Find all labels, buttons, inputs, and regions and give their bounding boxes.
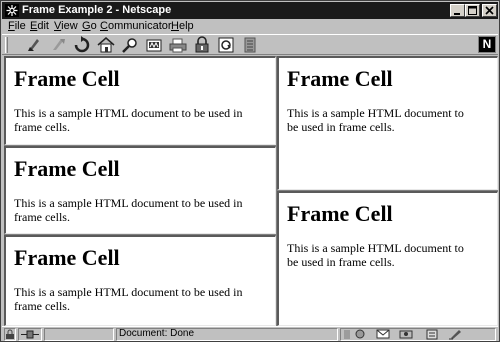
maximize-icon <box>468 6 477 15</box>
minimize-button[interactable] <box>450 4 465 17</box>
maximize-button[interactable] <box>465 4 480 17</box>
status-text: Document: Done <box>119 328 195 339</box>
menu-help-accel: H <box>171 20 179 32</box>
reload-button[interactable] <box>72 36 92 54</box>
frame-heading: Frame Cell <box>14 66 120 91</box>
guide-button[interactable] <box>144 36 164 54</box>
menu-edit-label: dit <box>37 20 49 32</box>
back-icon <box>28 39 39 51</box>
close-icon <box>485 6 494 15</box>
frame-text: This is a sample HTML document to be use… <box>14 106 243 134</box>
newsgroups-icon <box>399 330 413 339</box>
status-connection-cell[interactable] <box>18 328 42 341</box>
frame-text: This is a sample HTML document to be use… <box>14 285 243 313</box>
frame-heading: Frame Cell <box>14 156 120 181</box>
search-icon <box>122 38 137 53</box>
menu-file-label: ile <box>14 20 26 32</box>
menu-communicator-accel: C <box>100 20 108 32</box>
print-button[interactable] <box>168 36 188 54</box>
frame-heading: Frame Cell <box>287 66 393 91</box>
home-button[interactable] <box>96 36 116 54</box>
menu-help-label: elp <box>178 20 194 32</box>
frame-cell-top-left[interactable]: Frame Cell This is a sample HTML documen… <box>4 56 276 145</box>
forward-icon <box>53 39 65 50</box>
lock-icon <box>6 329 14 339</box>
component-bar-icons <box>344 329 461 340</box>
menu-edit[interactable]: Edit <box>30 20 49 32</box>
netscape-app-icon[interactable] <box>5 4 19 17</box>
connection-plug-icon <box>21 330 39 339</box>
forward-button[interactable] <box>48 36 68 54</box>
frame-text: This is a sample HTML document to be use… <box>14 196 243 224</box>
menu-go-accel: G <box>82 20 91 32</box>
menu-file-accel: F <box>8 20 15 32</box>
menu-go[interactable]: Go <box>82 20 97 32</box>
shop-button[interactable] <box>216 36 236 54</box>
frame-text: This is a sample HTML document to be use… <box>287 106 464 134</box>
frame-cell-bottom-left[interactable]: Frame Cell This is a sample HTML documen… <box>4 235 276 326</box>
title-bar[interactable]: Frame Example 2 - Netscape <box>2 2 498 19</box>
status-bar: Document: Done <box>2 326 498 341</box>
security-button[interactable] <box>192 36 212 54</box>
back-button[interactable] <box>24 36 44 54</box>
composer-icon <box>449 330 461 340</box>
navigation-toolbar: N <box>2 34 498 55</box>
frameset: Frame Cell This is a sample HTML documen… <box>4 56 498 326</box>
stop-icon <box>244 37 256 53</box>
stop-button[interactable] <box>240 36 260 54</box>
print-icon <box>169 38 187 53</box>
netscape-guide-icon <box>146 39 162 52</box>
frame-cell-middle-left[interactable]: Frame Cell This is a sample HTML documen… <box>4 146 276 234</box>
minimize-icon <box>454 13 460 15</box>
frame-cell-top-right[interactable]: Frame Cell This is a sample HTML documen… <box>277 56 498 190</box>
menu-help[interactable]: Help <box>171 20 194 32</box>
menu-communicator-label: ommunicator <box>107 20 172 32</box>
mail-icon <box>376 329 390 339</box>
search-button[interactable] <box>120 36 140 54</box>
navigator-icon <box>355 329 365 339</box>
window-title: Frame Example 2 - Netscape <box>22 4 172 16</box>
menu-bar: File Edit View Go Communicator Help <box>2 19 498 34</box>
browser-window: Frame Example 2 - Netscape File Edit Vie… <box>0 0 500 342</box>
address-book-icon <box>426 329 438 340</box>
menu-view[interactable]: View <box>54 20 78 32</box>
netscape-logo[interactable]: N <box>478 36 496 53</box>
shop-icon <box>218 37 234 53</box>
menu-view-label: iew <box>61 20 78 32</box>
frame-cell-bottom-right[interactable]: Frame Cell This is a sample HTML documen… <box>277 191 498 326</box>
security-icon <box>195 36 209 53</box>
frame-heading: Frame Cell <box>287 201 393 226</box>
frame-heading: Frame Cell <box>14 245 120 270</box>
home-icon <box>97 37 115 53</box>
menu-go-label: o <box>90 20 97 32</box>
reload-icon <box>74 36 90 53</box>
status-lock-cell[interactable] <box>4 328 16 341</box>
menu-communicator[interactable]: Communicator <box>100 20 172 32</box>
close-button[interactable] <box>482 4 497 17</box>
status-progress-cell <box>44 328 114 341</box>
frame-text: This is a sample HTML document to be use… <box>287 241 464 269</box>
toolbar-grip[interactable] <box>5 37 8 53</box>
menu-file[interactable]: File <box>8 20 26 32</box>
